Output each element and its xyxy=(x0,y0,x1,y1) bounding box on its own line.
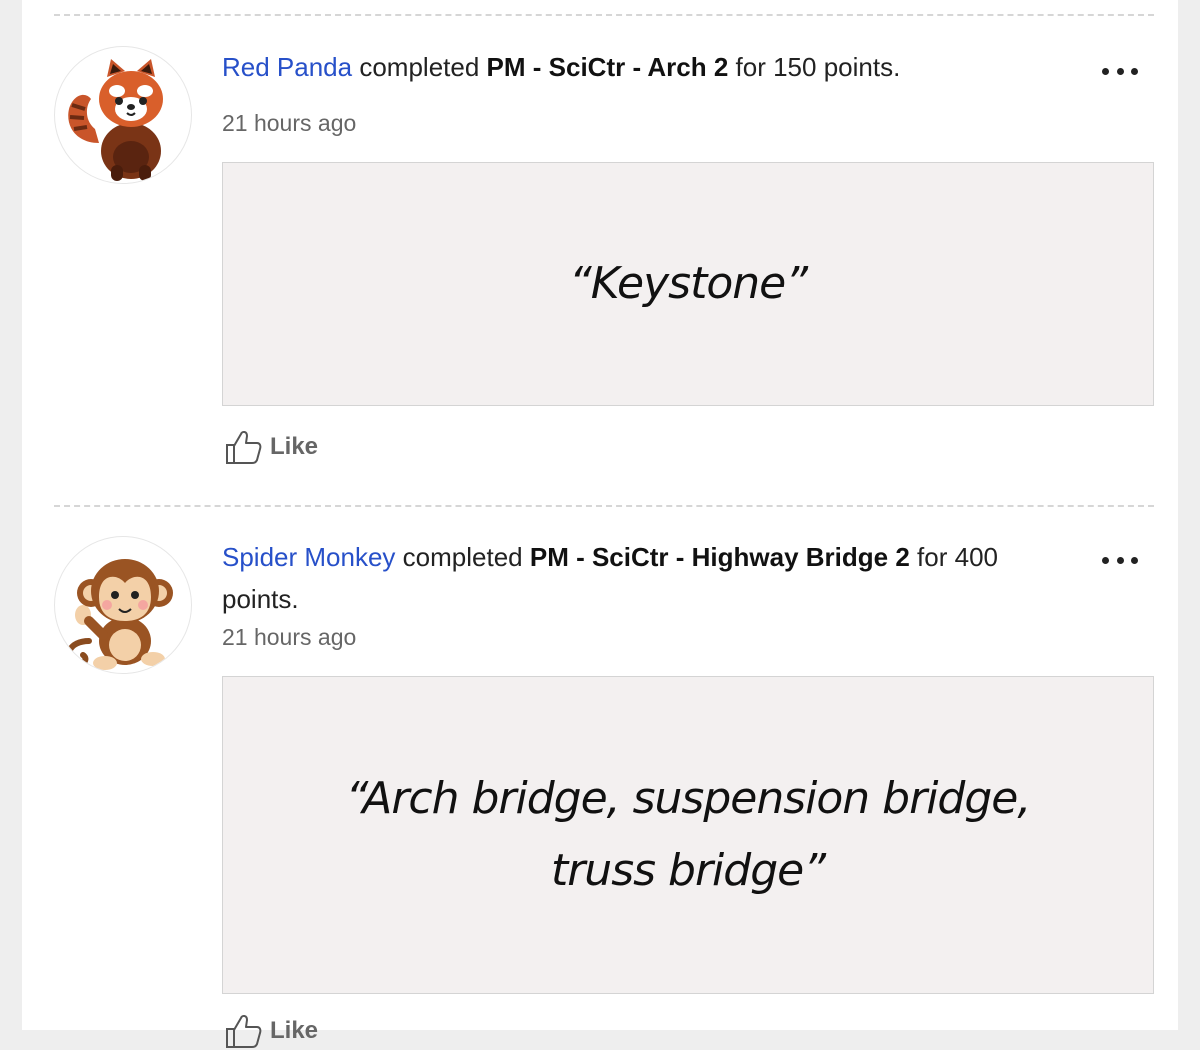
thumbs-up-icon xyxy=(226,430,262,464)
dot xyxy=(1131,556,1138,564)
dot xyxy=(1116,67,1124,75)
points-text: for 150 points. xyxy=(735,52,901,82)
like-label: Like xyxy=(270,433,319,460)
dot xyxy=(1116,556,1124,564)
activity-feed: Red Panda completed PM - SciCtr - Arch 2… xyxy=(22,0,1178,1048)
response-line: truss bridge” xyxy=(550,845,826,896)
avatar[interactable] xyxy=(54,536,192,674)
more-options-button[interactable] xyxy=(1102,59,1138,83)
timestamp: 21 hours ago xyxy=(222,624,357,650)
avatar[interactable] xyxy=(54,46,192,184)
more-options-button[interactable] xyxy=(1102,548,1138,572)
red-panda-icon xyxy=(68,59,163,181)
timestamp: 21 hours ago xyxy=(222,110,357,136)
response-text: “Keystone” xyxy=(568,258,808,309)
monkey-icon xyxy=(65,559,173,670)
activity-headline: Spider Monkey completed PM - SciCtr - Hi… xyxy=(222,536,1042,620)
activity-name[interactable]: PM - SciCtr - Highway Bridge 2 xyxy=(530,542,910,572)
activity-headline: Red Panda completed PM - SciCtr - Arch 2… xyxy=(222,46,1042,88)
dot xyxy=(1131,67,1138,75)
dot xyxy=(1102,67,1109,75)
thumbs-up-icon xyxy=(226,1014,262,1048)
completed-text: completed xyxy=(359,52,480,82)
feed-divider xyxy=(54,14,1154,16)
like-button[interactable]: Like xyxy=(224,1012,318,1050)
feed-divider xyxy=(54,505,1154,507)
like-button[interactable]: Like xyxy=(224,428,318,466)
response-text: “Arch bridge, suspension bridge, truss b… xyxy=(345,763,1032,907)
response-line: “Arch bridge, suspension bridge, xyxy=(345,773,1032,824)
response-box: “Keystone” xyxy=(222,162,1154,406)
dot xyxy=(1102,556,1109,564)
like-label: Like xyxy=(270,1017,319,1044)
user-link[interactable]: Spider Monkey xyxy=(222,542,395,572)
completed-text: completed xyxy=(402,542,523,572)
activity-name[interactable]: PM - SciCtr - Arch 2 xyxy=(487,52,729,82)
response-box: “Arch bridge, suspension bridge, truss b… xyxy=(222,676,1154,994)
user-link[interactable]: Red Panda xyxy=(222,52,352,82)
